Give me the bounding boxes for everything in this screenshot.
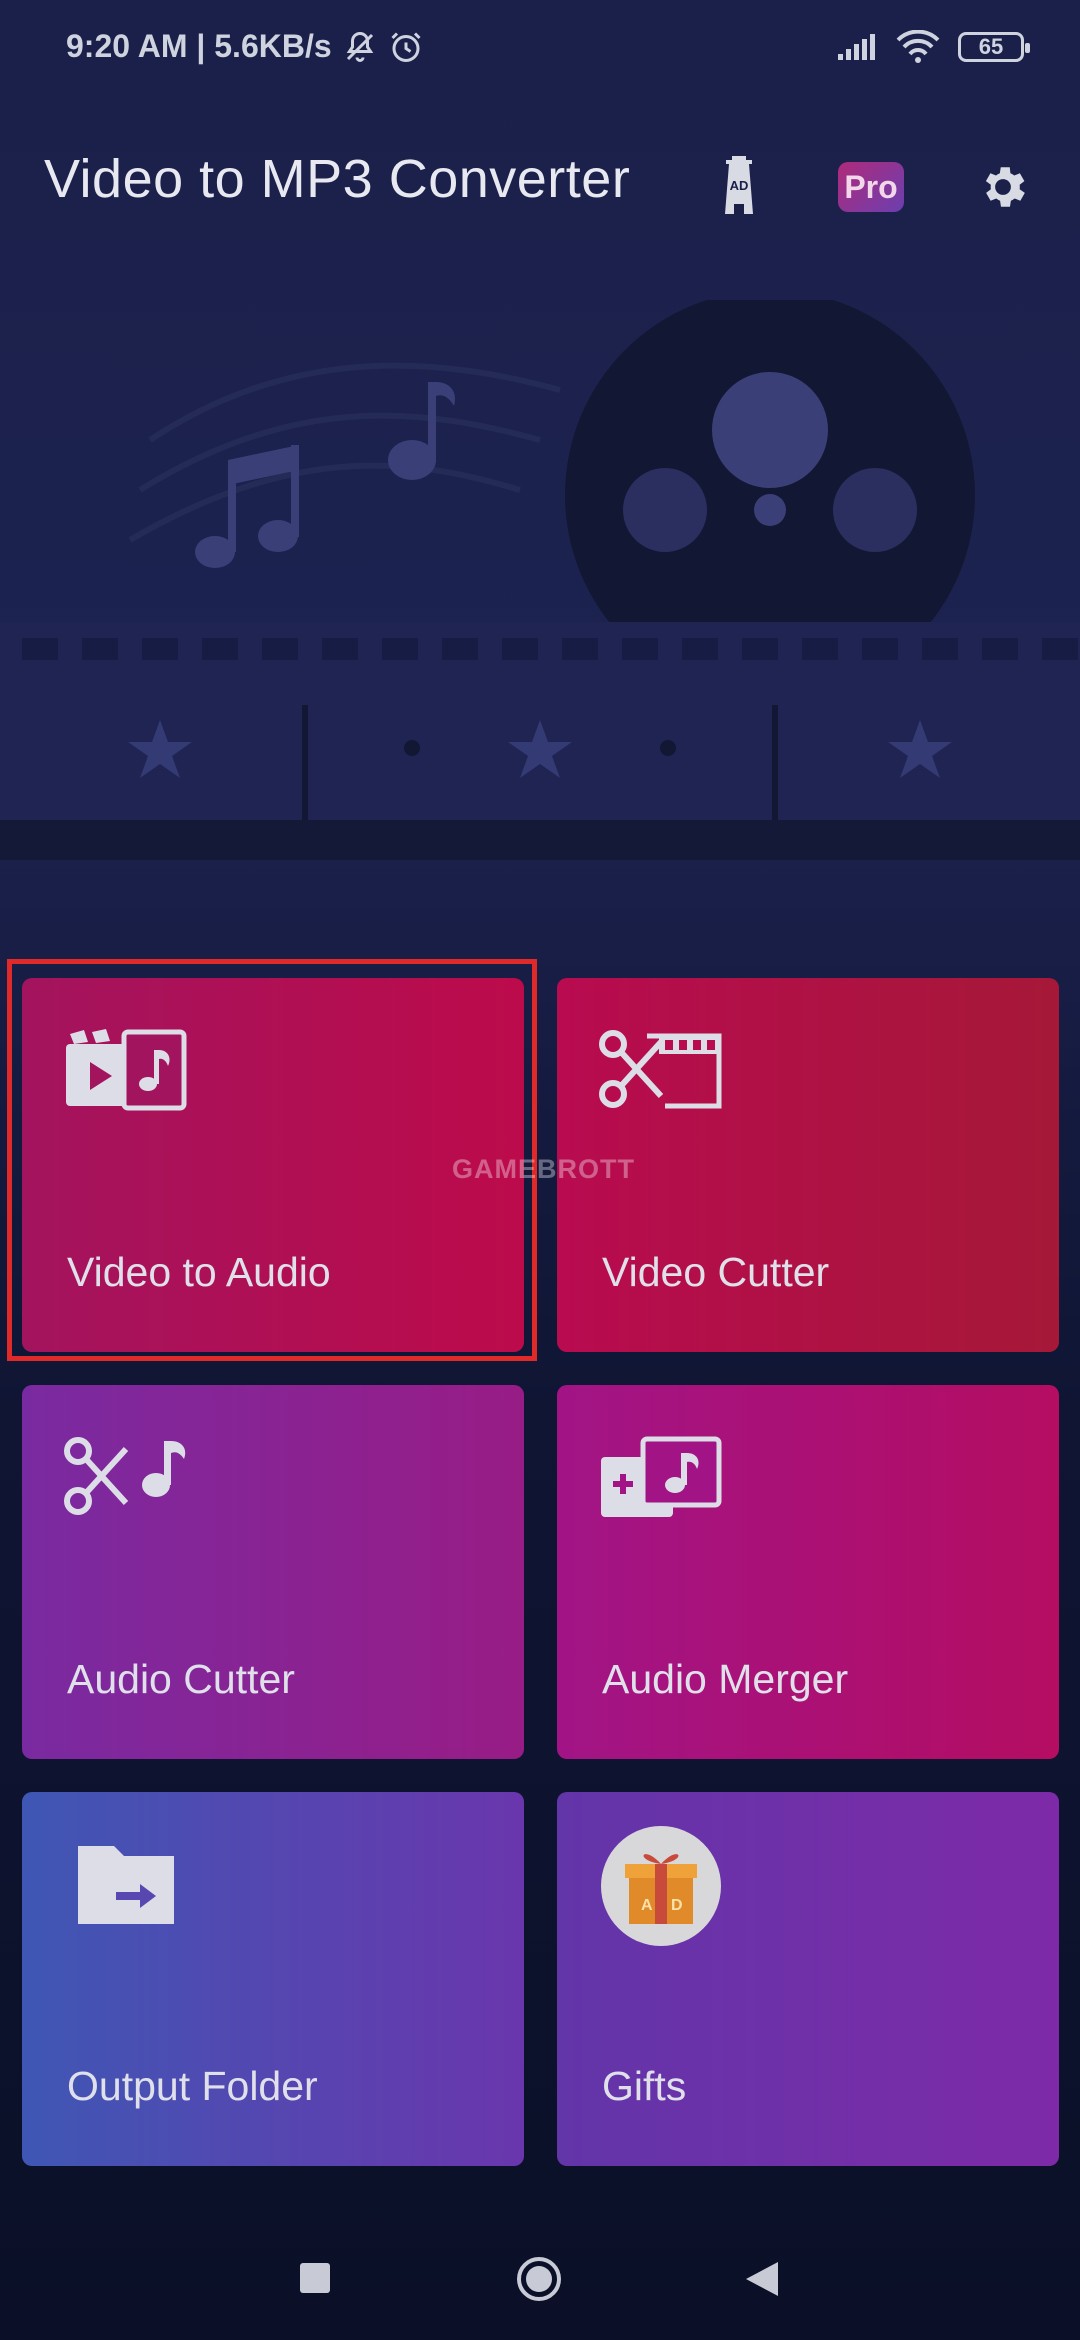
signal-icon xyxy=(838,34,875,60)
remove-ads-lighthouse-icon[interactable]: AD xyxy=(712,152,766,218)
alarm-icon xyxy=(391,31,421,62)
tile-label: Output Folder xyxy=(67,2063,318,2109)
recents-button[interactable] xyxy=(300,2263,330,2293)
header-illustration xyxy=(0,300,1080,860)
tile-label: Video Cutter xyxy=(602,1249,830,1295)
battery-level: 65 xyxy=(978,34,1004,59)
wifi-icon xyxy=(896,30,940,63)
svg-text:D: D xyxy=(671,1897,683,1914)
pro-label: Pro xyxy=(844,168,898,205)
back-button[interactable] xyxy=(744,2260,780,2298)
tile-label: Gifts xyxy=(602,2063,687,2109)
gifts-tile[interactable]: A D Gifts xyxy=(557,1792,1059,2166)
ad-text: AD xyxy=(730,178,749,193)
settings-gear-icon[interactable] xyxy=(976,160,1030,214)
watermark: GAMEBROTT xyxy=(452,1154,635,1184)
home-button[interactable] xyxy=(516,2256,562,2302)
audio-cutter-icon xyxy=(64,1437,186,1515)
status-left: 9:20 AM | 5.6KB/s xyxy=(66,28,424,65)
status-bar: 9:20 AM | 5.6KB/s 65 xyxy=(0,0,1080,100)
audio-cutter-tile[interactable]: Audio Cutter xyxy=(22,1385,524,1759)
mute-notification-icon xyxy=(346,31,373,62)
app-bar: Video to MP3 Converter AD Pro xyxy=(0,130,1080,240)
status-time-speed: 9:20 AM | 5.6KB/s xyxy=(66,28,332,64)
video-cutter-icon xyxy=(599,1030,722,1109)
audio-merger-tile[interactable]: Audio Merger xyxy=(557,1385,1059,1759)
battery-indicator: 65 xyxy=(958,32,1030,62)
gift-icon: A D xyxy=(601,1826,721,1946)
output-folder-icon xyxy=(78,1846,174,1924)
tile-label: Audio Cutter xyxy=(67,1656,295,1702)
app-title: Video to MP3 Converter xyxy=(44,149,631,209)
system-nav-bar xyxy=(0,2220,1080,2340)
output-folder-tile[interactable]: Output Folder xyxy=(22,1792,524,2166)
svg-text:A: A xyxy=(641,1897,653,1914)
pro-button[interactable]: Pro xyxy=(838,162,904,212)
tile-label: Audio Merger xyxy=(602,1656,849,1702)
status-right: 65 xyxy=(836,30,1030,64)
audio-merger-icon xyxy=(601,1436,722,1517)
